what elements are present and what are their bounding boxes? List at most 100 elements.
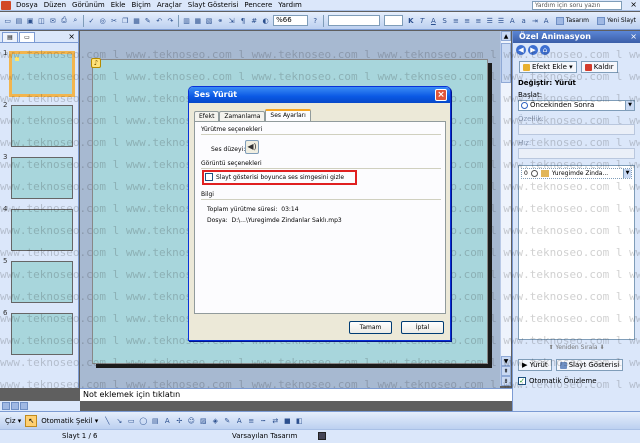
start-select[interactable]: Öncekinden Sonra ▼ (518, 100, 635, 111)
font-color-icon[interactable]: A (542, 15, 551, 26)
line-icon[interactable]: ╲ (102, 416, 112, 426)
tables-borders-icon[interactable]: ▧ (204, 15, 213, 26)
remove-button[interactable]: Kaldır (580, 61, 618, 73)
property-select[interactable] (518, 124, 635, 135)
next-slide-icon[interactable]: ⇟ (501, 376, 511, 386)
slide-thumbnail[interactable] (11, 313, 73, 355)
slide-thumbnail[interactable] (11, 157, 73, 199)
slide-thumbnail-row[interactable]: 5 (0, 257, 79, 303)
help-icon[interactable]: ? (311, 15, 320, 26)
slideshow-button[interactable]: Slayt Gösterisi (555, 359, 624, 371)
dropdown-arrow-icon[interactable]: ▼ (623, 169, 631, 178)
reorder-control[interactable]: ⬆ Yeniden Sırala ⬇ (513, 344, 640, 351)
arrow-style-icon[interactable]: ⇄ (270, 416, 280, 426)
open-folder-icon[interactable]: ▤ (14, 15, 23, 26)
menu-ekle[interactable]: Ekle (108, 0, 129, 10)
forward-icon[interactable]: ▶ (528, 45, 538, 55)
spelling-icon[interactable]: ✓ (87, 15, 96, 26)
cancel-button[interactable]: İptal (401, 321, 444, 334)
align-center-icon[interactable]: ≡ (463, 15, 472, 26)
textbox-icon[interactable]: ▤ (150, 416, 160, 426)
increase-font-icon[interactable]: A (508, 15, 517, 26)
chart-icon[interactable]: ▥ (182, 15, 191, 26)
menu-pencere[interactable]: Pencere (241, 0, 275, 10)
slide-thumbnail-row[interactable]: 6 (0, 309, 79, 355)
decrease-font-icon[interactable]: a (519, 15, 528, 26)
slide-thumbnail[interactable] (9, 51, 75, 97)
tab-ses-ayarlari[interactable]: Ses Ayarları (265, 109, 311, 121)
diagram-icon[interactable]: ✢ (174, 416, 184, 426)
grid-icon[interactable]: # (250, 15, 259, 26)
move-down-icon[interactable]: ⬇ (600, 344, 605, 351)
color-grayscale-icon[interactable]: ◐ (261, 15, 270, 26)
autopreview-checkbox[interactable]: ✓ Otomatik Önizleme (513, 371, 640, 385)
font-size-select[interactable] (384, 15, 404, 26)
menu-slayt-gosterisi[interactable]: Slayt Gösterisi (185, 0, 242, 10)
align-left-icon[interactable]: ≡ (451, 15, 460, 26)
slideshow-view-icon[interactable] (20, 402, 28, 410)
format-painter-icon[interactable]: ✎ (143, 15, 152, 26)
paste-icon[interactable]: ▦ (132, 15, 141, 26)
volume-speaker-icon[interactable]: ◀) (245, 140, 259, 154)
bold-icon[interactable]: K (406, 15, 415, 26)
powerpoint-app-icon[interactable] (1, 0, 11, 10)
tab-outline[interactable]: ▤ (2, 32, 18, 42)
new-file-icon[interactable]: ▭ (3, 15, 12, 26)
add-effect-button[interactable]: Efekt Ekle ▾ (519, 61, 577, 73)
task-pane-close-icon[interactable]: × (630, 31, 637, 43)
pane-close-icon[interactable]: × (68, 32, 75, 42)
dash-style-icon[interactable]: ┅ (258, 416, 268, 426)
menu-duzen[interactable]: Düzen (41, 0, 69, 10)
slide-sorter-icon[interactable] (11, 402, 19, 410)
align-right-icon[interactable]: ≡ (474, 15, 483, 26)
cut-icon[interactable]: ✂ (109, 15, 118, 26)
oval-icon[interactable]: ◯ (138, 416, 148, 426)
menu-gorunum[interactable]: Görünüm (69, 0, 108, 10)
slide-thumbnail-row[interactable]: 4 (0, 205, 79, 251)
speaker-icon[interactable]: ♪ (91, 58, 101, 68)
research-icon[interactable]: ◎ (98, 15, 107, 26)
speed-select[interactable] (518, 148, 635, 159)
line-color-icon[interactable]: ✎ (222, 416, 232, 426)
3d-style-icon[interactable]: ◧ (294, 416, 304, 426)
autoshapes-menu[interactable]: Otomatik Şekil ▾ (38, 417, 101, 425)
slide-thumbnail-row[interactable]: 1 (0, 49, 79, 97)
draw-menu[interactable]: Çiz ▾ (2, 417, 24, 425)
fill-color-icon[interactable]: ◈ (210, 416, 220, 426)
bullets-icon[interactable]: ☰ (496, 15, 505, 26)
print-preview-icon[interactable]: ⌕ (71, 15, 80, 26)
scroll-up-icon[interactable]: ▲ (501, 31, 511, 41)
numbering-icon[interactable]: ☰ (485, 15, 494, 26)
slide-thumbnail[interactable] (11, 261, 73, 303)
slide-thumbnail[interactable] (11, 209, 73, 251)
ok-button[interactable]: Tamam (349, 321, 392, 334)
slide-thumbnail[interactable] (11, 105, 73, 147)
normal-view-icon[interactable] (2, 402, 10, 410)
print-icon[interactable]: ⎙ (59, 15, 68, 26)
line-style-icon[interactable]: ≡ (246, 416, 256, 426)
clipart-icon[interactable]: ☺ (186, 416, 196, 426)
show-formatting-icon[interactable]: ¶ (238, 15, 247, 26)
undo-icon[interactable]: ↶ (155, 15, 164, 26)
slide-thumbnail-row[interactable]: 3 (0, 153, 79, 199)
permission-icon[interactable]: ◫ (37, 15, 46, 26)
tab-slides[interactable]: ▭ (19, 32, 35, 42)
redo-icon[interactable]: ↷ (166, 15, 175, 26)
help-search-input[interactable]: Yardım için soru yazın (532, 1, 622, 10)
italic-icon[interactable]: T (417, 15, 426, 26)
hyperlink-icon[interactable]: ⚭ (216, 15, 225, 26)
wordart-icon[interactable]: A (162, 416, 172, 426)
dropdown-arrow-icon[interactable]: ▼ (625, 101, 634, 110)
design-button[interactable]: Tasarım (552, 16, 593, 25)
arrow-icon[interactable]: ↘ (114, 416, 124, 426)
animation-list-item[interactable]: 0 Yuregimde Zinda... ▼ (521, 168, 632, 179)
vertical-scrollbar[interactable]: ▲ ▼ ⇞ ⇟ (500, 31, 511, 386)
indent-icon[interactable]: ⇥ (530, 15, 539, 26)
slide-thumbnail-row[interactable]: 2 (0, 101, 79, 147)
scroll-down-icon[interactable]: ▼ (501, 356, 511, 366)
menu-dosya[interactable]: Dosya (13, 0, 41, 10)
menu-bicim[interactable]: Biçim (128, 0, 153, 10)
zoom-select[interactable]: %66 (273, 15, 308, 26)
play-button[interactable]: ▶ Yürüt (518, 359, 552, 371)
move-up-icon[interactable]: ⬆ (548, 344, 553, 351)
